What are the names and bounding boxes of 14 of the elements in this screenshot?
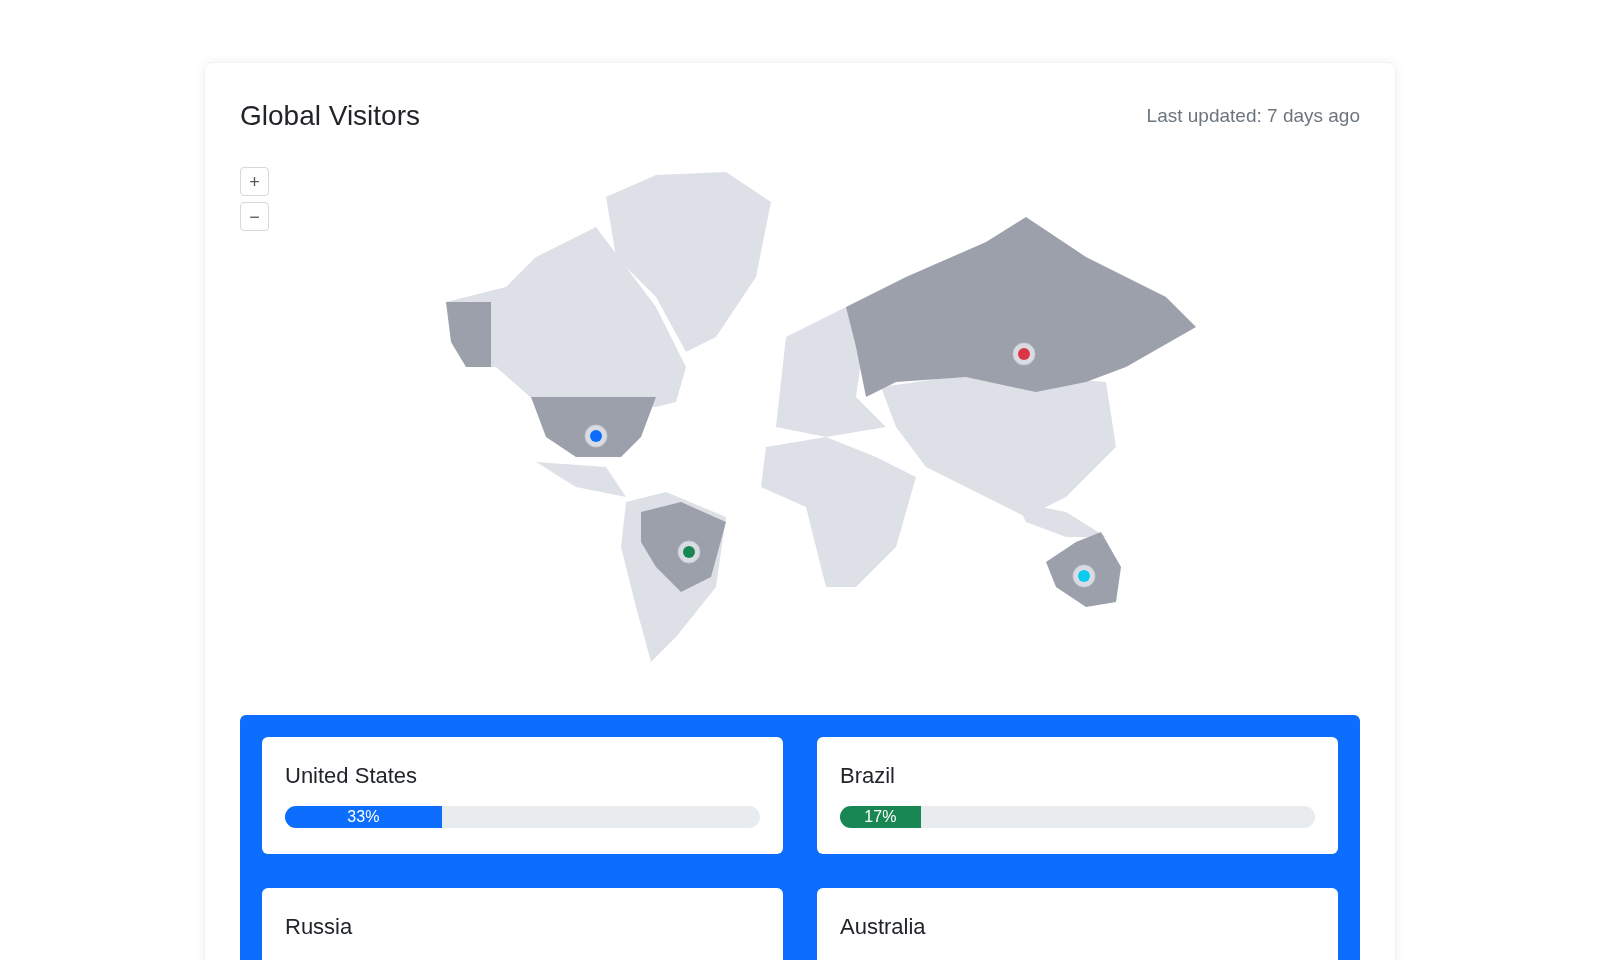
location-marker[interactable]: [1018, 348, 1030, 360]
progress-fill: 33%: [285, 806, 442, 828]
location-marker[interactable]: [1078, 570, 1090, 582]
zoom-in-button[interactable]: +: [240, 167, 269, 196]
country-name: United States: [285, 762, 419, 790]
last-updated-text: Last updated: 7 days ago: [1146, 103, 1360, 128]
country-name: Russia: [285, 913, 354, 941]
location-marker[interactable]: [590, 430, 602, 442]
progress-fill: 17%: [840, 806, 921, 828]
card-title: Global Visitors: [240, 99, 420, 133]
location-marker[interactable]: [683, 546, 695, 558]
country-name: Brazil: [840, 762, 896, 790]
zoom-out-button[interactable]: −: [240, 202, 269, 231]
country-name: Australia: [840, 913, 927, 941]
